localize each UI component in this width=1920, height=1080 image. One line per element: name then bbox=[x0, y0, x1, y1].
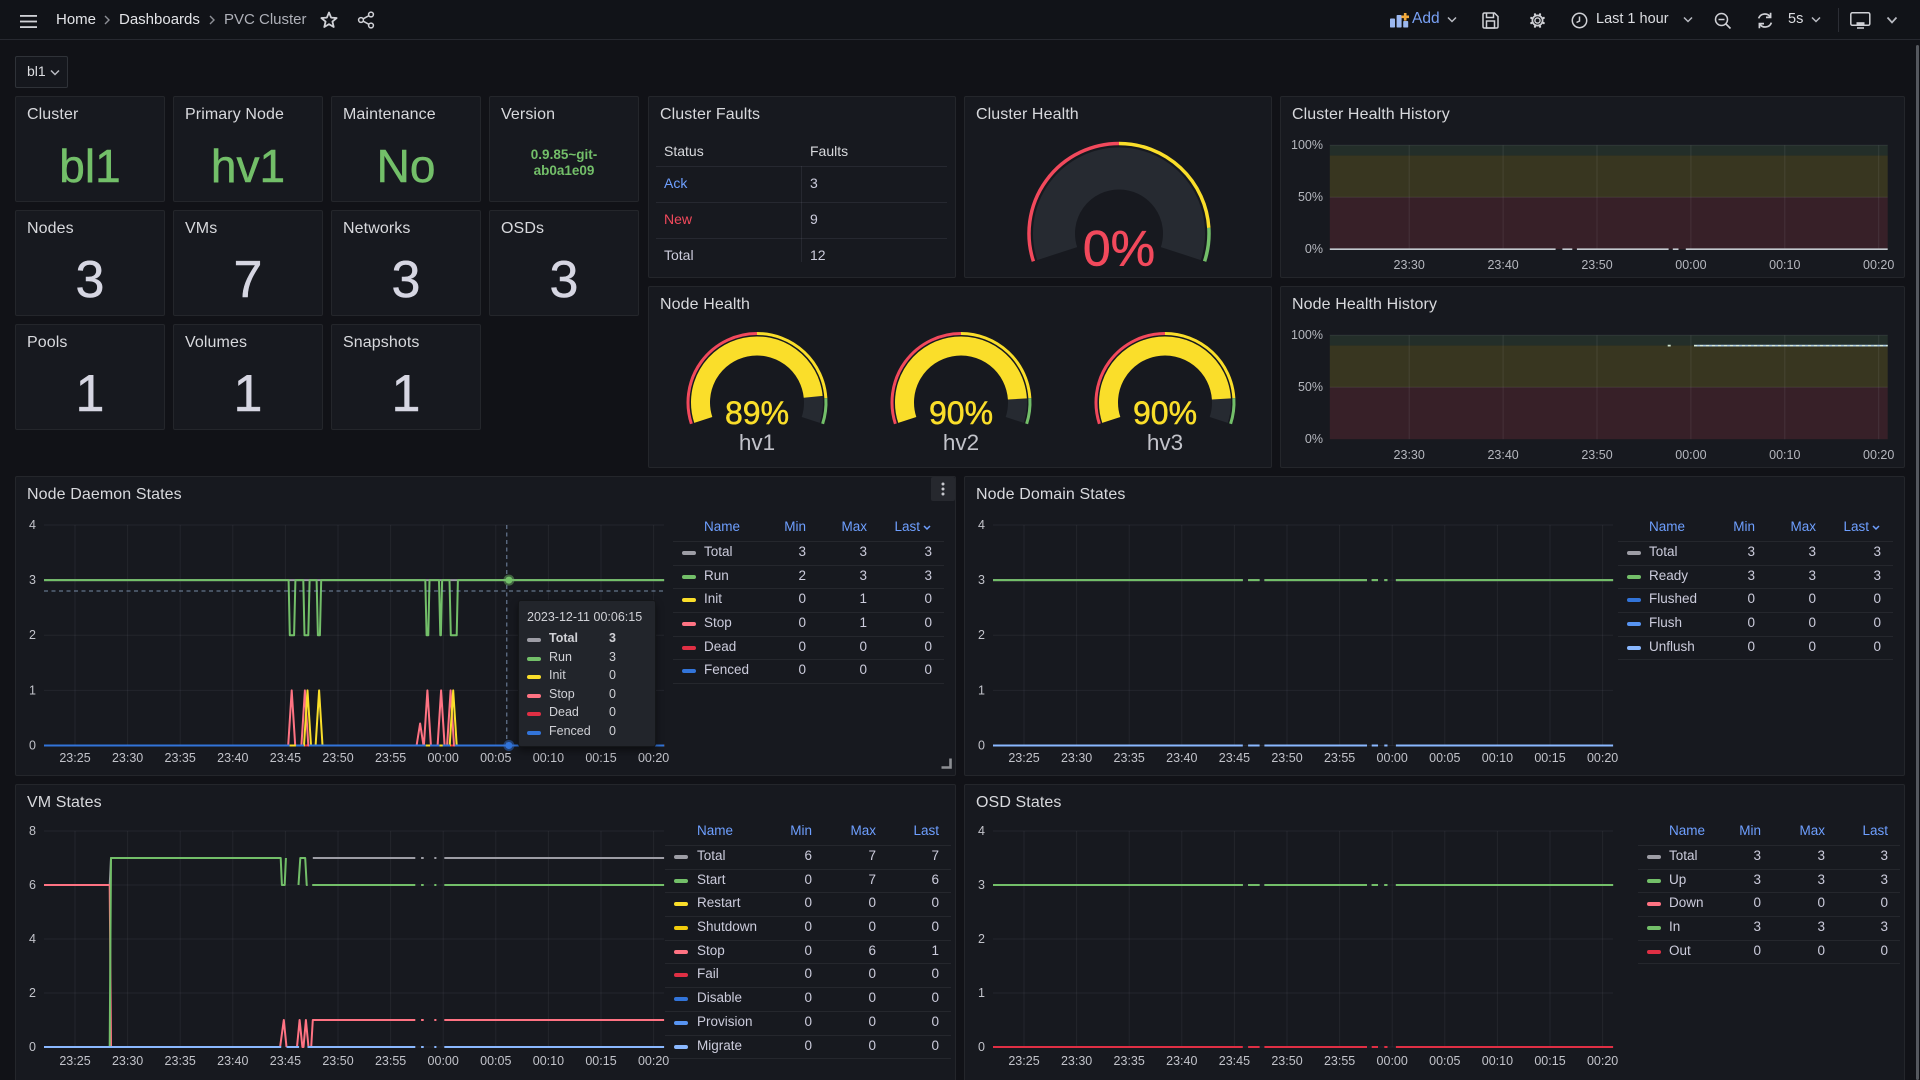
svg-text:23:30: 23:30 bbox=[1061, 751, 1092, 765]
svg-text:00:15: 00:15 bbox=[1534, 1054, 1565, 1068]
svg-text:00:20: 00:20 bbox=[1863, 448, 1894, 462]
svg-text:23:25: 23:25 bbox=[1008, 1054, 1039, 1068]
svg-text:23:25: 23:25 bbox=[1008, 751, 1039, 765]
svg-text:23:45: 23:45 bbox=[270, 1054, 301, 1068]
svg-text:00:20: 00:20 bbox=[1587, 1054, 1618, 1068]
svg-text:00:10: 00:10 bbox=[533, 1054, 564, 1068]
svg-text:23:30: 23:30 bbox=[1394, 448, 1425, 462]
svg-text:00:00: 00:00 bbox=[428, 751, 459, 765]
svg-text:23:40: 23:40 bbox=[1166, 751, 1197, 765]
svg-text:00:15: 00:15 bbox=[585, 751, 616, 765]
svg-text:00:00: 00:00 bbox=[1675, 258, 1706, 272]
svg-text:23:50: 23:50 bbox=[322, 1054, 353, 1068]
svg-text:4: 4 bbox=[29, 518, 36, 532]
svg-text:0%: 0% bbox=[1083, 221, 1155, 277]
svg-text:23:50: 23:50 bbox=[322, 751, 353, 765]
svg-text:00:15: 00:15 bbox=[1534, 751, 1565, 765]
svg-text:23:25: 23:25 bbox=[59, 751, 90, 765]
svg-text:100%: 100% bbox=[1291, 328, 1323, 342]
svg-text:00:00: 00:00 bbox=[1377, 1054, 1408, 1068]
svg-text:23:55: 23:55 bbox=[375, 751, 406, 765]
svg-text:00:10: 00:10 bbox=[1769, 448, 1800, 462]
svg-text:00:10: 00:10 bbox=[533, 751, 564, 765]
svg-text:23:35: 23:35 bbox=[165, 751, 196, 765]
svg-text:23:30: 23:30 bbox=[1061, 1054, 1092, 1068]
svg-text:23:35: 23:35 bbox=[165, 1054, 196, 1068]
svg-text:1: 1 bbox=[978, 683, 985, 697]
svg-text:23:50: 23:50 bbox=[1271, 751, 1302, 765]
svg-text:00:10: 00:10 bbox=[1482, 751, 1513, 765]
svg-text:6: 6 bbox=[29, 878, 36, 892]
svg-text:2: 2 bbox=[978, 932, 985, 946]
svg-text:50%: 50% bbox=[1298, 190, 1323, 204]
svg-text:4: 4 bbox=[978, 824, 985, 838]
svg-text:23:55: 23:55 bbox=[1324, 751, 1355, 765]
svg-text:00:15: 00:15 bbox=[585, 1054, 616, 1068]
svg-text:23:35: 23:35 bbox=[1114, 1054, 1145, 1068]
svg-text:2: 2 bbox=[29, 986, 36, 1000]
svg-text:00:20: 00:20 bbox=[1863, 258, 1894, 272]
svg-text:3: 3 bbox=[978, 878, 985, 892]
svg-text:8: 8 bbox=[29, 824, 36, 838]
svg-text:0: 0 bbox=[978, 1040, 985, 1054]
svg-text:100%: 100% bbox=[1291, 138, 1323, 152]
svg-text:23:40: 23:40 bbox=[1487, 258, 1518, 272]
svg-text:90%: 90% bbox=[1133, 395, 1197, 431]
svg-text:00:05: 00:05 bbox=[1429, 751, 1460, 765]
svg-text:23:45: 23:45 bbox=[1219, 1054, 1250, 1068]
svg-text:89%: 89% bbox=[725, 395, 789, 431]
svg-text:00:05: 00:05 bbox=[480, 1054, 511, 1068]
svg-text:23:50: 23:50 bbox=[1271, 1054, 1302, 1068]
svg-text:23:25: 23:25 bbox=[59, 1054, 90, 1068]
svg-text:23:35: 23:35 bbox=[1114, 751, 1145, 765]
svg-text:0: 0 bbox=[29, 1040, 36, 1054]
svg-text:4: 4 bbox=[978, 518, 985, 532]
svg-text:00:00: 00:00 bbox=[1675, 448, 1706, 462]
svg-text:3: 3 bbox=[29, 573, 36, 587]
svg-text:2: 2 bbox=[978, 628, 985, 642]
svg-text:23:40: 23:40 bbox=[217, 751, 248, 765]
svg-text:23:40: 23:40 bbox=[1166, 1054, 1197, 1068]
svg-text:23:45: 23:45 bbox=[270, 751, 301, 765]
svg-text:00:00: 00:00 bbox=[428, 1054, 459, 1068]
svg-text:23:30: 23:30 bbox=[112, 751, 143, 765]
svg-text:0%: 0% bbox=[1305, 432, 1323, 446]
svg-text:23:40: 23:40 bbox=[217, 1054, 248, 1068]
svg-text:90%: 90% bbox=[929, 395, 993, 431]
svg-text:00:05: 00:05 bbox=[1429, 1054, 1460, 1068]
svg-text:hv3: hv3 bbox=[1147, 430, 1183, 455]
svg-text:1: 1 bbox=[29, 683, 36, 697]
svg-text:23:30: 23:30 bbox=[112, 1054, 143, 1068]
svg-text:50%: 50% bbox=[1298, 380, 1323, 394]
svg-text:00:20: 00:20 bbox=[638, 751, 669, 765]
svg-text:hv2: hv2 bbox=[943, 430, 979, 455]
svg-text:23:45: 23:45 bbox=[1219, 751, 1250, 765]
svg-text:23:40: 23:40 bbox=[1487, 448, 1518, 462]
svg-text:0: 0 bbox=[978, 739, 985, 753]
svg-text:1: 1 bbox=[978, 986, 985, 1000]
svg-text:00:10: 00:10 bbox=[1769, 258, 1800, 272]
svg-text:4: 4 bbox=[29, 932, 36, 946]
svg-text:3: 3 bbox=[978, 573, 985, 587]
svg-text:23:30: 23:30 bbox=[1394, 258, 1425, 272]
svg-text:2: 2 bbox=[29, 628, 36, 642]
svg-text:23:50: 23:50 bbox=[1581, 448, 1612, 462]
svg-text:00:10: 00:10 bbox=[1482, 1054, 1513, 1068]
svg-text:hv1: hv1 bbox=[739, 430, 775, 455]
svg-text:0: 0 bbox=[29, 739, 36, 753]
svg-text:00:05: 00:05 bbox=[480, 751, 511, 765]
svg-text:23:55: 23:55 bbox=[1324, 1054, 1355, 1068]
svg-text:00:20: 00:20 bbox=[1587, 751, 1618, 765]
svg-text:00:00: 00:00 bbox=[1377, 751, 1408, 765]
svg-text:23:50: 23:50 bbox=[1581, 258, 1612, 272]
svg-text:0%: 0% bbox=[1305, 242, 1323, 256]
svg-text:23:55: 23:55 bbox=[375, 1054, 406, 1068]
